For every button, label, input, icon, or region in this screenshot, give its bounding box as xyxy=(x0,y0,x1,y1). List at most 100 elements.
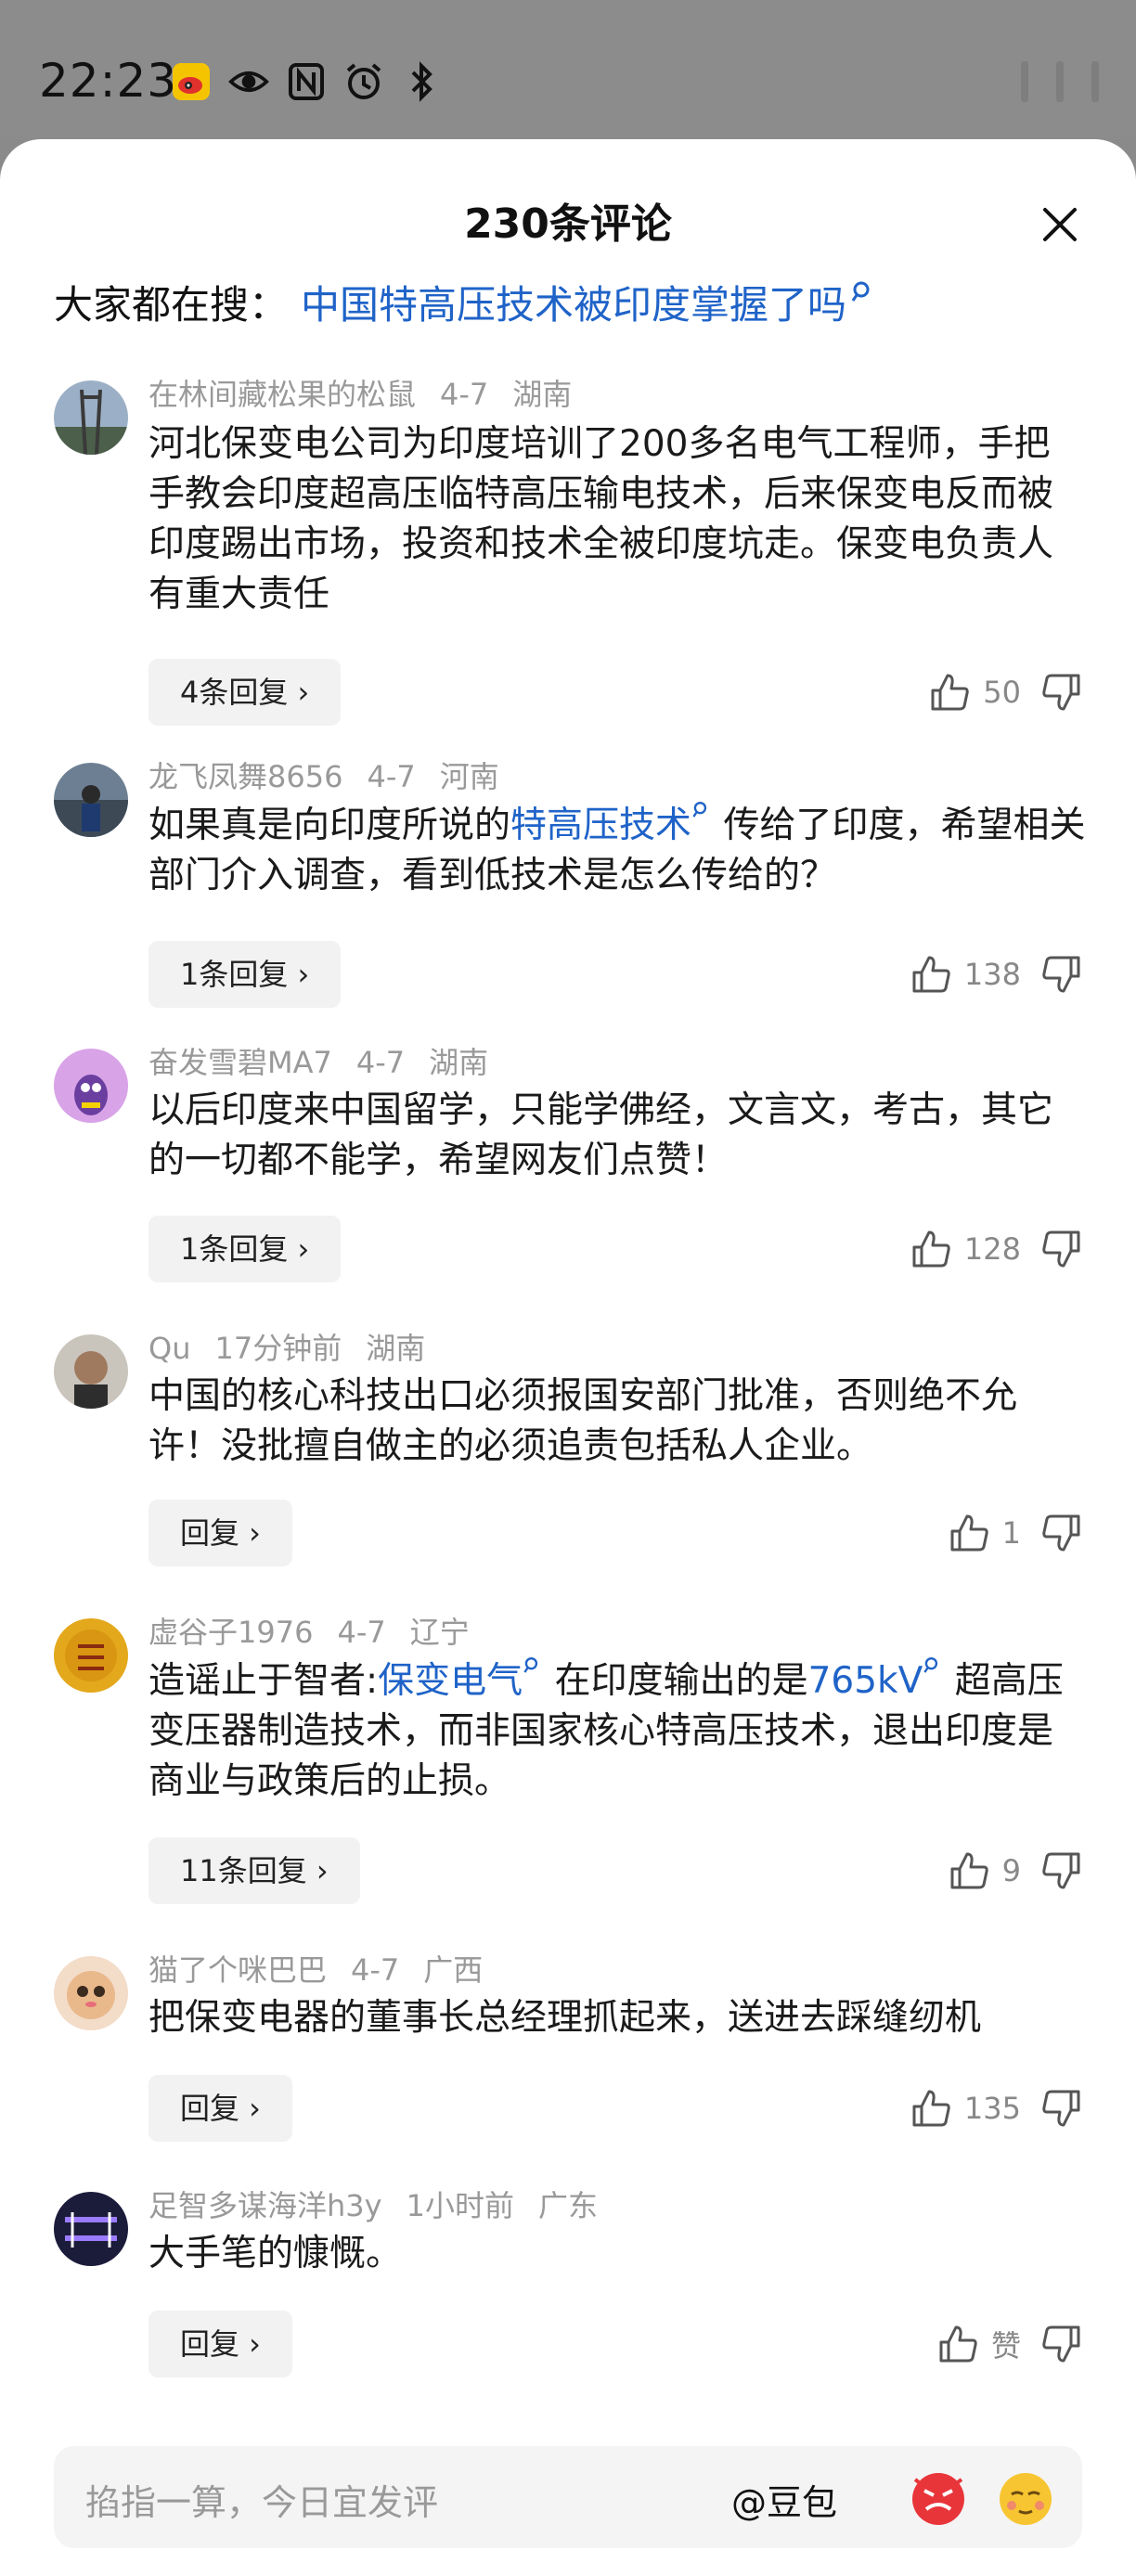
thumbs-down-icon[interactable] xyxy=(1038,1227,1082,1271)
comment-region: 广东 xyxy=(537,2188,598,2223)
like-count: 赞 xyxy=(990,2328,1021,2363)
like-button[interactable]: 赞 xyxy=(937,2311,1021,2377)
comment-region: 河南 xyxy=(439,759,499,794)
thumbs-down-icon[interactable] xyxy=(1038,2086,1082,2131)
comment-region: 湖南 xyxy=(429,1045,489,1080)
comment-date: 17分钟前 xyxy=(214,1331,342,1366)
thumbs-down-icon[interactable] xyxy=(1038,1511,1082,1555)
comment-text: 河北保变电公司为印度培训了200多名电气工程师，手把手教会印度超高压临特高压输电… xyxy=(148,423,1054,615)
replies-button[interactable]: 回复 › xyxy=(148,1500,292,1566)
avatar[interactable] xyxy=(54,2192,128,2266)
comment-region: 湖南 xyxy=(512,377,573,412)
comment-username[interactable]: 虚谷子1976 xyxy=(148,1615,313,1650)
like-button[interactable]: 9 xyxy=(949,1837,1021,1904)
status-icons xyxy=(171,61,442,102)
mention-doubao-button[interactable]: @豆包 xyxy=(731,2474,837,2525)
composer-placeholder[interactable]: 掐指一算，今日宜发评 xyxy=(85,2474,438,2525)
comment-actions: 4条回复 › 50 xyxy=(0,659,1136,726)
comment-text: 造谣止于智者:保变电气 在印度输出的是765kV 超高压变压器制造技术，而非国家… xyxy=(148,1655,1086,1807)
comment-text: 以后印度来中国留学，只能学佛经，文言文，考古，其它的一切都不能学，希望网友们点赞… xyxy=(148,1089,1054,1181)
replies-button[interactable]: 11条回复 › xyxy=(148,1837,360,1904)
topic-link[interactable]: 保变电气 xyxy=(378,1660,523,1702)
thumbs-down-icon[interactable] xyxy=(1038,1848,1082,1893)
comment-username[interactable]: 奋发雪碧MA7 xyxy=(148,1045,332,1080)
angry-emoji-icon[interactable] xyxy=(906,2465,971,2530)
comment-username[interactable]: 在林间藏松果的松鼠 xyxy=(148,377,416,412)
thumbs-up-icon xyxy=(950,1514,988,1552)
comment-text: 中国的核心科技出口必须报国安部门批准，否则绝不允许！没批擅自做主的必须追责包括私… xyxy=(148,1375,1018,1467)
replies-button[interactable]: 回复 › xyxy=(148,2311,292,2377)
thumbs-up-icon xyxy=(931,674,969,711)
comment-meta: 虚谷子1976 4-7 辽宁 xyxy=(148,1609,494,1652)
comment-composer[interactable]: 掐指一算，今日宜发评 @豆包 xyxy=(54,2446,1082,2548)
replies-button[interactable]: 4条回复 › xyxy=(148,659,342,726)
comment-meta: 龙飞凤舞8656 4-7 河南 xyxy=(148,753,523,796)
like-button[interactable]: 1 xyxy=(949,1500,1021,1566)
comment-username[interactable]: 猫了个咪巴巴 xyxy=(148,1952,327,1988)
like-count: 138 xyxy=(963,957,1021,992)
page-title: 230条评论 xyxy=(464,200,672,248)
thumbs-down-icon[interactable] xyxy=(1038,670,1082,715)
weibo-icon xyxy=(171,61,212,102)
replies-button[interactable]: 1条回复 › xyxy=(148,1216,342,1282)
topic-link[interactable]: 特高压技术 xyxy=(510,805,691,846)
like-button[interactable]: 128 xyxy=(910,1216,1021,1282)
trending-label: 大家都在搜： xyxy=(54,281,289,328)
comments-sheet: 230条评论 大家都在搜： 中国特高压技术被印度掌握了吗 在林间藏松果的松鼠 4-… xyxy=(0,139,1136,2576)
comment-date: 4-7 xyxy=(367,759,416,794)
search-icon xyxy=(923,1656,938,1673)
thumbs-up-icon xyxy=(912,2090,950,2127)
comment-actions: 1条回复 › 128 xyxy=(0,1216,1136,1282)
avatar[interactable] xyxy=(54,1334,128,1409)
alarm-icon xyxy=(343,61,384,102)
comment-meta: 在林间藏松果的松鼠 4-7 湖南 xyxy=(148,371,596,414)
comment-username[interactable]: 龙飞凤舞8656 xyxy=(148,759,342,794)
like-button[interactable]: 50 xyxy=(929,659,1021,726)
comment-actions: 回复 › 1 xyxy=(0,1500,1136,1566)
nfc-icon xyxy=(286,61,327,102)
comment-meta: 足智多谋海洋h3y 1小时前 广东 xyxy=(148,2183,622,2225)
thumbs-down-icon[interactable] xyxy=(1038,2322,1082,2366)
comment-region: 辽宁 xyxy=(409,1615,470,1650)
comment-username[interactable]: 足智多谋海洋h3y xyxy=(148,2188,382,2223)
comment-date: 4-7 xyxy=(440,377,489,412)
comment-item: Qu 17分钟前 湖南 中国的核心科技出口必须报国安部门批准，否则绝不允许！没批擅自… xyxy=(0,1331,1136,1613)
avatar[interactable] xyxy=(54,763,128,837)
trending-query-link[interactable]: 中国特高压技术被印度掌握了吗 xyxy=(301,274,846,330)
replies-button[interactable]: 1条回复 › xyxy=(148,941,342,1008)
topic-link[interactable]: 765kV xyxy=(808,1660,923,1702)
comment-meta: Qu 17分钟前 湖南 xyxy=(148,1325,449,1368)
like-count: 50 xyxy=(983,675,1021,710)
replies-button[interactable]: 回复 › xyxy=(148,2075,292,2142)
comment-date: 1小时前 xyxy=(406,2188,514,2223)
shy-emoji-icon[interactable] xyxy=(993,2465,1058,2530)
comment-region: 广西 xyxy=(423,1952,484,1988)
comment-actions: 回复 › 赞 xyxy=(0,2311,1136,2377)
search-icon xyxy=(692,801,707,818)
thumbs-up-icon xyxy=(912,956,950,993)
sheet-header: 230条评论 xyxy=(0,187,1136,262)
comment-item: 虚谷子1976 4-7 辽宁 造谣止于智者:保变电气 在印度输出的是765kV 超高… xyxy=(0,1615,1136,1962)
like-button[interactable]: 138 xyxy=(910,941,1021,1008)
comment-actions: 回复 › 135 xyxy=(0,2075,1136,2142)
comment-item: 足智多谋海洋h3y 1小时前 广东 大手笔的慷慨。 xyxy=(0,2188,1136,2424)
comment-text: 把保变电器的董事长总经理抓起来，送进去踩缝纫机 xyxy=(148,1997,982,2039)
avatar[interactable] xyxy=(54,380,128,455)
thumbs-down-icon[interactable] xyxy=(1038,952,1082,997)
like-count: 9 xyxy=(1001,1853,1021,1888)
close-icon[interactable] xyxy=(1038,202,1082,247)
comment-actions: 1条回复 › 138 xyxy=(0,941,1136,1008)
eye-icon xyxy=(228,61,269,102)
avatar[interactable] xyxy=(54,1618,128,1693)
trending-search: 大家都在搜： 中国特高压技术被印度掌握了吗 xyxy=(54,269,876,334)
thumbs-up-icon xyxy=(950,1852,988,1889)
like-button[interactable]: 135 xyxy=(910,2075,1021,2142)
comment-text: 如果真是向印度所说的特高压技术 传给了印度，希望相关部门介入调查，看到低技术是怎… xyxy=(148,800,1086,901)
comment-date: 4-7 xyxy=(355,1045,406,1080)
comment-actions: 11条回复 › 9 xyxy=(0,1837,1136,1904)
signal-indicators xyxy=(1021,61,1099,102)
comment-username[interactable]: Qu xyxy=(148,1331,190,1366)
status-bar: 22:23 xyxy=(0,0,1136,139)
avatar[interactable] xyxy=(54,1049,128,1123)
avatar[interactable] xyxy=(54,1956,128,2030)
